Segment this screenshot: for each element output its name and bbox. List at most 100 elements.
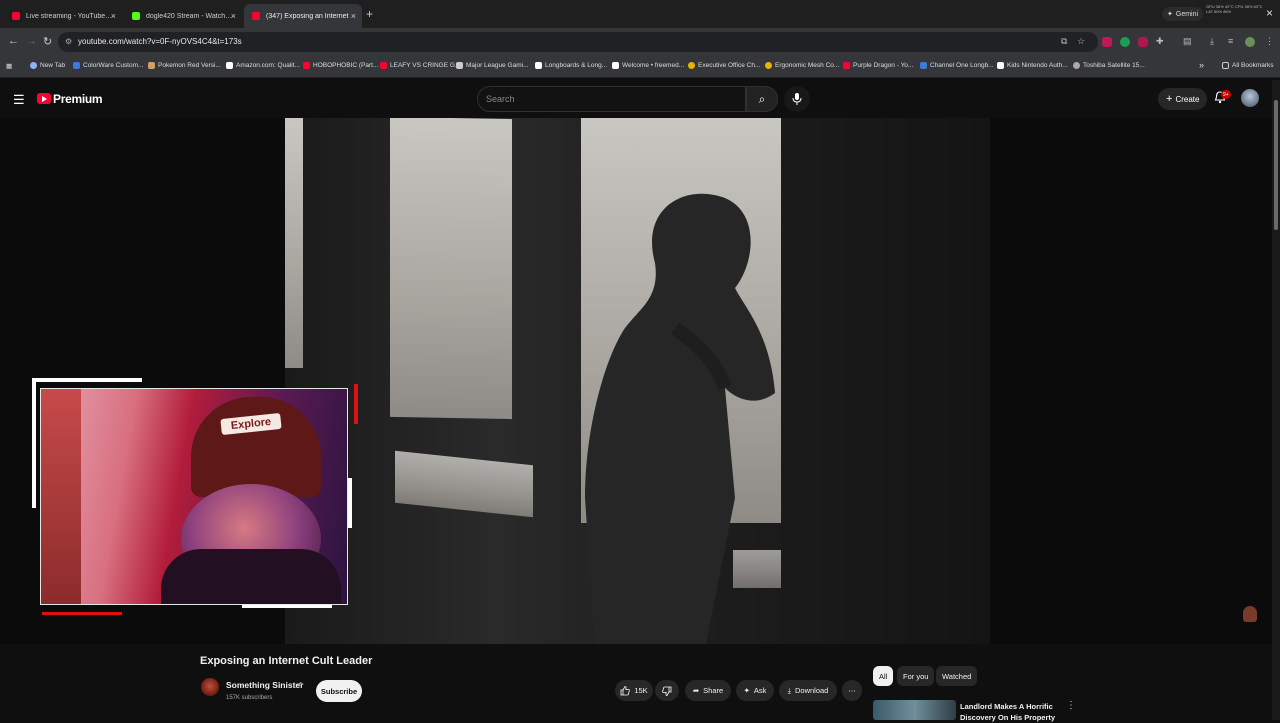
- bookmark-favicon-icon: [688, 62, 695, 69]
- forward-arrow-icon[interactable]: →: [26, 35, 37, 47]
- amazon-favicon-icon: [226, 62, 233, 69]
- extension-honey-icon[interactable]: [1138, 37, 1148, 47]
- bookmark-star-icon[interactable]: ☆: [1077, 36, 1085, 47]
- subscriber-count: 157K subscribers: [226, 695, 273, 701]
- gemini-button[interactable]: ✦ Gemini: [1162, 7, 1204, 21]
- download-icon[interactable]: ⤓: [1210, 36, 1214, 47]
- address-bar[interactable]: ⚙ youtube.com/watch?v=0F-nyOVS4C4&t=173s: [58, 32, 1098, 52]
- cam-hat: [191, 397, 321, 497]
- bookmark-item[interactable]: Channel One Longb...: [920, 62, 994, 69]
- menu-hamburger-icon[interactable]: ☰: [13, 92, 25, 108]
- verified-badge-icon: ✔: [296, 680, 303, 689]
- extension-abp-icon[interactable]: [1102, 37, 1112, 47]
- plus-icon: +: [1166, 93, 1173, 105]
- bookmark-item[interactable]: LEAFY VS CRINGE G...: [380, 62, 460, 69]
- create-button[interactable]: + Create: [1158, 88, 1208, 110]
- bookmarks-overflow-icon[interactable]: »: [1199, 60, 1204, 70]
- share-icon: ➦: [692, 686, 700, 695]
- bookmark-item[interactable]: HOBOPHOBIC (Part...: [303, 62, 378, 69]
- globe-icon: [30, 62, 37, 69]
- search-input[interactable]: Search: [477, 86, 746, 112]
- bookmark-favicon-icon: [535, 62, 542, 69]
- recommendation-thumbnail[interactable]: [873, 700, 956, 720]
- youtube-favicon-icon: [303, 62, 310, 69]
- like-button[interactable]: 15K: [615, 680, 653, 701]
- voice-search-button[interactable]: [784, 86, 810, 112]
- bookmark-item[interactable]: Longboards & Long...: [535, 62, 607, 69]
- microphone-icon: [792, 93, 802, 105]
- browser-menu-icon[interactable]: ⋮: [1265, 36, 1274, 47]
- extensions-puzzle-icon[interactable]: ✚: [1156, 36, 1164, 47]
- back-arrow-icon[interactable]: ←: [8, 35, 19, 47]
- page-scrollbar-thumb[interactable]: [1274, 100, 1278, 230]
- video-frame: [285, 118, 990, 644]
- chip-all[interactable]: All: [873, 666, 894, 686]
- tab-title: dogle420 Stream - Watch Live: [146, 12, 234, 20]
- side-panel-icon[interactable]: ▤: [1183, 36, 1192, 47]
- sparkle-icon: ✦: [1167, 11, 1173, 18]
- channel-name[interactable]: Something Sinister: [226, 680, 303, 690]
- bookmark-item[interactable]: Pokemon Red Versi...: [148, 62, 221, 69]
- site-info-icon[interactable]: ⚙: [65, 37, 72, 46]
- cam-wall: [41, 389, 81, 604]
- profile-avatar-icon[interactable]: [1245, 37, 1255, 47]
- more-actions-button[interactable]: ⋯: [842, 680, 862, 701]
- bookmark-favicon-icon: [73, 62, 80, 69]
- chip-watched[interactable]: Watched: [936, 666, 978, 686]
- account-avatar[interactable]: [1241, 89, 1259, 107]
- download-button[interactable]: ⤓ Download: [779, 680, 837, 701]
- youtube-favicon-icon: [252, 12, 260, 20]
- webcam-feed: [40, 388, 348, 605]
- tab-kick-stream[interactable]: dogle420 Stream - Watch Live ×: [124, 4, 242, 28]
- tab-title: (347) Exposing an Internet: [266, 12, 349, 20]
- channel-watermark-icon[interactable]: [1243, 606, 1257, 622]
- floor-light-patch: [395, 450, 533, 518]
- extension-grammarly-icon[interactable]: [1120, 37, 1130, 47]
- youtube-premium-logo[interactable]: Premium: [53, 92, 103, 106]
- bookmark-favicon-icon: [920, 62, 927, 69]
- browser-toolbar: ← → ↻ ⚙ youtube.com/watch?v=0F-nyOVS4C4&…: [0, 28, 1280, 56]
- system-stats-overlay: GPU 36% 42°C CPU 38% 63°C LAT 80% 86%: [1206, 4, 1263, 14]
- recommendation-menu-icon[interactable]: ⋮: [1066, 700, 1076, 711]
- sparkle-icon: ✦: [743, 686, 750, 695]
- bookmark-item[interactable]: ColorWare Custom...: [73, 62, 143, 69]
- tab-current-video[interactable]: (347) Exposing an Internet ×: [244, 4, 362, 28]
- search-icon: ⌕: [758, 91, 766, 106]
- globe-icon: [1073, 62, 1080, 69]
- tab-close-icon[interactable]: ×: [231, 11, 236, 21]
- all-bookmarks-button[interactable]: All Bookmarks: [1222, 62, 1274, 69]
- subscribe-button[interactable]: Subscribe: [316, 680, 362, 702]
- url-text[interactable]: youtube.com/watch?v=0F-nyOVS4C4&t=173s: [78, 37, 242, 46]
- dislike-button[interactable]: [655, 680, 679, 701]
- bookmark-item[interactable]: Purple Dragon - Yo...: [843, 62, 913, 69]
- youtube-logo-icon[interactable]: [37, 93, 51, 104]
- install-app-icon[interactable]: ⧉: [1061, 36, 1067, 47]
- window-close-button[interactable]: ×: [1266, 6, 1273, 20]
- reload-icon[interactable]: ↻: [43, 35, 52, 48]
- chip-for-you[interactable]: For you: [897, 666, 935, 686]
- bookmark-item[interactable]: Ergonomic Mesh Co...: [765, 62, 839, 69]
- bookmark-item[interactable]: Welcome • freemed...: [612, 62, 684, 69]
- search-button[interactable]: ⌕: [746, 86, 778, 112]
- bookmark-item[interactable]: Amazon.com: Qualit...: [226, 62, 300, 69]
- youtube-favicon-icon: [843, 62, 850, 69]
- bookmark-item[interactable]: Major League Gami...: [456, 62, 529, 69]
- thumbs-down-icon: [662, 686, 672, 696]
- light-strip: [285, 118, 303, 368]
- tab-youtube-studio[interactable]: Live streaming - YouTube Studio ×: [4, 4, 122, 28]
- apps-grid-icon[interactable]: ▦: [6, 62, 12, 70]
- share-button[interactable]: ➦ Share: [685, 680, 731, 701]
- notification-count-badge: 9+: [1221, 90, 1231, 99]
- bookmark-item[interactable]: New Tab: [30, 62, 65, 69]
- silhouette-shadow: [585, 193, 775, 644]
- bookmark-favicon-icon: [148, 62, 155, 69]
- channel-avatar[interactable]: [201, 678, 219, 696]
- new-tab-button[interactable]: +: [366, 7, 373, 21]
- media-control-icon[interactable]: ≡: [1228, 36, 1233, 46]
- bookmark-item[interactable]: Executive Office Ch...: [688, 62, 760, 69]
- ask-button[interactable]: ✦ Ask: [736, 680, 774, 701]
- tab-close-icon[interactable]: ×: [351, 11, 356, 21]
- bookmark-item[interactable]: Kids Nintendo Auth...: [997, 62, 1068, 69]
- tab-close-icon[interactable]: ×: [111, 11, 116, 21]
- bookmark-item[interactable]: Toshiba Satellite 15...: [1073, 62, 1145, 69]
